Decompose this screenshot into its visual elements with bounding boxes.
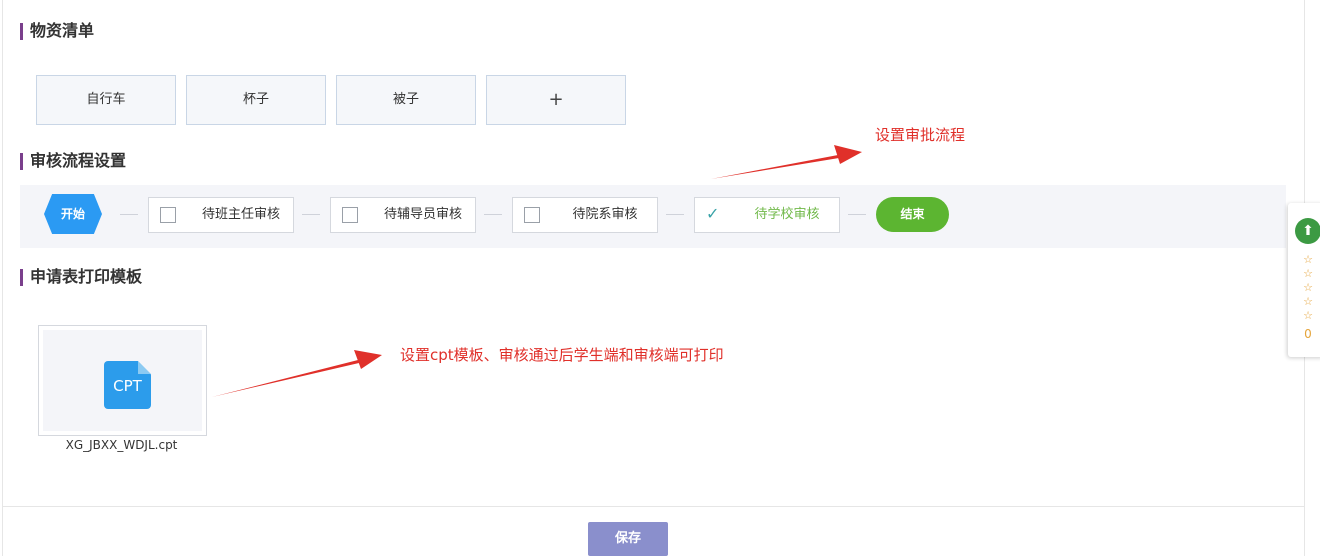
flow-end-node: 结束 <box>876 197 949 232</box>
section-title-materials: 物资清单 <box>20 22 94 40</box>
annotation-template-note: 设置cpt模板、审核通过后学生端和审核端可打印 <box>400 346 724 364</box>
flow-step-department[interactable]: 待院系审核 <box>512 197 658 233</box>
material-item-cup[interactable]: 杯子 <box>186 75 326 125</box>
star-outline-icon[interactable]: ☆ <box>1302 310 1314 322</box>
section-title-print-template: 申请表打印模板 <box>20 268 142 286</box>
add-material-button[interactable]: + <box>486 75 626 125</box>
flow-start-node: 开始 <box>44 194 102 234</box>
save-button[interactable]: 保存 <box>588 522 668 556</box>
arrow-template <box>212 350 382 397</box>
step-label: 待辅导员审核 <box>383 207 462 222</box>
material-item-quilt[interactable]: 被子 <box>336 75 476 125</box>
star-outline-icon[interactable]: ☆ <box>1302 268 1314 280</box>
footer-divider <box>3 506 1304 507</box>
step-label: 待学校审核 <box>754 207 820 222</box>
flow-step-head-teacher[interactable]: 待班主任审核 <box>148 197 294 233</box>
material-item-bicycle[interactable]: 自行车 <box>36 75 176 125</box>
flow-connector <box>666 214 684 215</box>
step-label: 待院系审核 <box>572 207 638 222</box>
star-outline-icon[interactable]: ☆ <box>1302 296 1314 308</box>
rating-count: 0 <box>1304 327 1312 341</box>
section-title-approval: 审核流程设置 <box>20 152 126 170</box>
flow-step-counselor[interactable]: 待辅导员审核 <box>330 197 476 233</box>
star-outline-icon[interactable]: ☆ <box>1302 254 1314 266</box>
flow-connector <box>302 214 320 215</box>
flow-connector <box>484 214 502 215</box>
arrow-approval <box>711 145 862 179</box>
flow-connector <box>848 214 866 215</box>
page-border-left <box>2 0 3 556</box>
annotation-approval-note: 设置审批流程 <box>875 126 966 144</box>
template-file-card[interactable]: CPT <box>38 325 207 436</box>
cpt-file-icon-label: CPT <box>113 377 142 395</box>
flow-step-school[interactable]: ✓ 待学校审核 <box>694 197 840 233</box>
arrow-up-icon[interactable]: ⬆ <box>1295 218 1320 244</box>
step-label: 待班主任审核 <box>201 207 280 222</box>
star-outline-icon[interactable]: ☆ <box>1302 282 1314 294</box>
file-fold-icon <box>138 361 151 374</box>
side-widget: ⬆ ☆ ☆ ☆ ☆ ☆ 0 <box>1288 203 1320 357</box>
flow-connector <box>120 214 138 215</box>
template-file-name: XG_JBXX_WDJL.cpt <box>65 438 178 452</box>
template-preview: CPT <box>43 330 202 431</box>
